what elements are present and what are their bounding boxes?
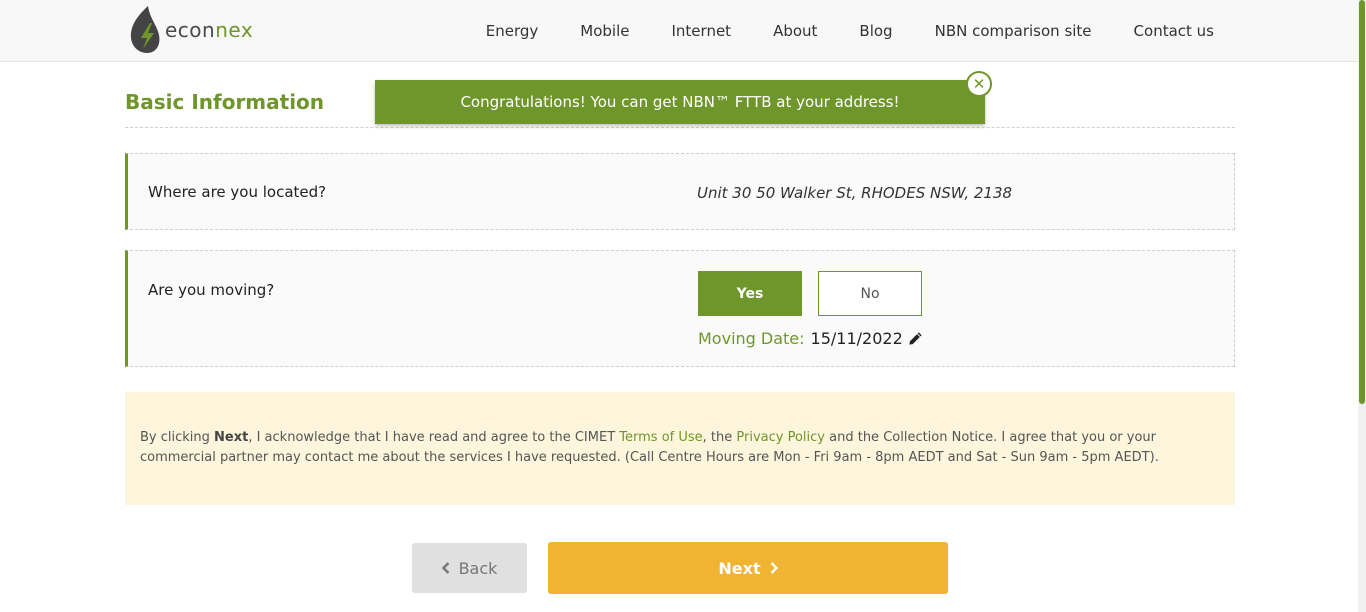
- location-label: Where are you located?: [148, 183, 327, 201]
- page-scrollbar[interactable]: [1358, 0, 1366, 612]
- back-label: Back: [458, 558, 498, 578]
- back-button[interactable]: Back: [412, 543, 527, 593]
- chevron-left-icon: [441, 562, 450, 574]
- scrollbar-thumb[interactable]: [1359, 0, 1365, 404]
- moving-date-label: Moving Date:: [698, 329, 805, 348]
- moving-date-value: 15/11/2022: [810, 329, 903, 348]
- notice-text: By clicking: [140, 430, 215, 445]
- notice-text: , I acknowledge that I have read and agr…: [248, 430, 620, 445]
- chevron-right-icon: [770, 562, 778, 574]
- moving-yes-button[interactable]: Yes: [698, 271, 802, 316]
- logo-wordmark: econnex: [165, 18, 254, 42]
- nav-energy[interactable]: Energy: [486, 22, 539, 40]
- close-icon[interactable]: ✕: [966, 71, 992, 97]
- success-toast: Congratulations! You can get NBN™ FTTB a…: [375, 80, 985, 124]
- nav-about[interactable]: About: [773, 22, 817, 40]
- page-title: Basic Information: [125, 90, 325, 114]
- nav-contact-us[interactable]: Contact us: [1134, 22, 1214, 40]
- next-button[interactable]: Next: [548, 542, 948, 594]
- moving-card: Are you moving? Yes No Moving Date: 15/1…: [125, 250, 1235, 367]
- nav-nbn-comparison[interactable]: NBN comparison site: [935, 22, 1092, 40]
- address-value: Unit 30 50 Walker St, RHODES NSW, 2138: [697, 184, 1013, 202]
- econnex-logo[interactable]: econnex: [128, 5, 253, 55]
- privacy-policy-link[interactable]: Privacy Policy: [736, 430, 825, 445]
- main-nav: Energy Mobile Internet About Blog NBN co…: [444, 0, 1214, 62]
- location-card: Where are you located? Unit 30 50 Walker…: [125, 153, 1235, 230]
- terms-of-use-link[interactable]: Terms of Use: [619, 430, 702, 445]
- consent-notice: By clicking Next, I acknowledge that I h…: [125, 392, 1235, 505]
- title-divider: [125, 127, 1235, 128]
- moving-label: Are you moving?: [148, 281, 275, 299]
- moving-no-button[interactable]: No: [818, 271, 922, 316]
- nav-blog[interactable]: Blog: [859, 22, 892, 40]
- notice-text: , the: [702, 430, 737, 445]
- next-label: Next: [718, 558, 761, 578]
- nav-internet[interactable]: Internet: [672, 22, 732, 40]
- toast-message: Congratulations! You can get NBN™ FTTB a…: [460, 93, 900, 111]
- pencil-icon[interactable]: [908, 331, 923, 346]
- moving-date: Moving Date: 15/11/2022: [698, 329, 923, 348]
- site-header: econnex Energy Mobile Internet About Blo…: [0, 0, 1358, 62]
- leaf-bolt-icon: [130, 6, 160, 53]
- nav-mobile[interactable]: Mobile: [580, 22, 629, 40]
- notice-next-bold: Next: [214, 430, 249, 445]
